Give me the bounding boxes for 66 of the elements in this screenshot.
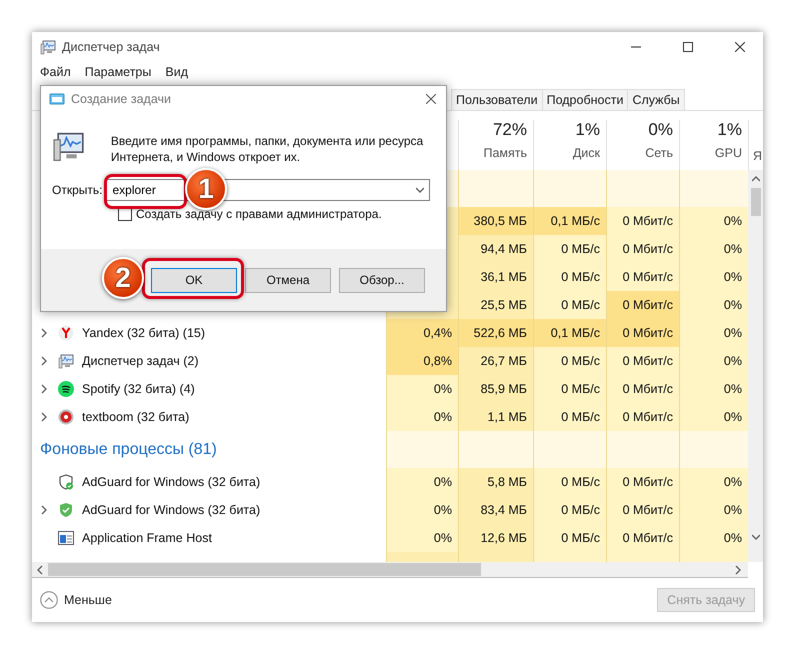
table-cell: 0 Мбит/с [606, 235, 679, 263]
step-badge: 1 [185, 168, 227, 210]
column-value: 72% [492, 120, 527, 140]
table-cell: 0,1 МБ/с [533, 319, 606, 347]
dialog-title: Создание задачи [71, 92, 172, 106]
column-value: 1% [575, 120, 600, 140]
window-title: Диспетчер задач [62, 40, 161, 54]
table-cell: 0% [679, 375, 748, 403]
table-cell: 0 МБ/с [533, 524, 606, 552]
table-cell: 0% [679, 403, 748, 431]
table-cell: 1,1 МБ [458, 403, 533, 431]
table-cell: 0,1 МБ/с [533, 207, 606, 235]
table-cell: 0% [679, 524, 748, 552]
section-heading: Фоновые процессы (81) [40, 440, 217, 458]
table-cell: 25,5 МБ [458, 291, 533, 319]
table-cell: 0% [386, 496, 458, 524]
table-cell: 0 Мбит/с [606, 524, 679, 552]
table-cell: 0,4% [386, 319, 458, 347]
table-cell: 0% [679, 468, 748, 496]
table-cell: 0 Мбит/с [606, 263, 679, 291]
table-cell: 0 Мбит/с [606, 319, 679, 347]
table-cell: 0 Мбит/с [606, 347, 679, 375]
table-cell: 0% [679, 347, 748, 375]
table-cell: 0 МБ/с [533, 235, 606, 263]
dialog-description: Введите имя программы, папки, документа или ресурса Интернета, и Windows откроет их. [110, 133, 424, 165]
table-cell: 83,4 МБ [458, 496, 533, 524]
table-cell: 0 МБ/с [533, 291, 606, 319]
table-cell: 0% [679, 319, 748, 347]
table-cell: 0 МБ/с [533, 375, 606, 403]
table-cell: 0% [679, 291, 748, 319]
column-label: Диск [572, 146, 600, 160]
column-value: 0% [648, 120, 673, 140]
table-cell: 0 Мбит/с [606, 375, 679, 403]
table-cell: 0 Мбит/с [606, 468, 679, 496]
table-cell: 12,6 МБ [458, 524, 533, 552]
table-cell: 0% [386, 524, 458, 552]
table-cell: 0 МБ/с [533, 347, 606, 375]
table-cell: 0 Мбит/с [606, 496, 679, 524]
table-cell: 0% [679, 235, 748, 263]
column-label: Память [483, 146, 527, 160]
table-cell: 94,4 МБ [458, 235, 533, 263]
table-cell: 0% [386, 468, 458, 496]
column-value: 1% [717, 120, 742, 140]
table-cell: 0 МБ/с [533, 468, 606, 496]
column-label: Сеть [645, 146, 673, 160]
table-cell: 0 Мбит/с [606, 207, 679, 235]
table-cell: 0 Мбит/с [606, 403, 679, 431]
table-cell: 0% [386, 403, 458, 431]
table-cell: 522,6 МБ [458, 319, 533, 347]
table-cell: 0 МБ/с [533, 403, 606, 431]
table-cell: 0% [679, 263, 748, 291]
table-cell: 0% [679, 496, 748, 524]
table-cell: 380,5 МБ [458, 207, 533, 235]
open-label: Открыть: [52, 183, 102, 197]
table-cell: 0 МБ/с [533, 496, 606, 524]
table-cell: 0% [679, 207, 748, 235]
table-cell: 5,8 МБ [458, 468, 533, 496]
table-cell: 36,1 МБ [458, 263, 533, 291]
table-cell: 0% [386, 375, 458, 403]
column-label: GPU [714, 146, 742, 160]
table-cell: 0 Мбит/с [606, 291, 679, 319]
table-cell: 0,8% [386, 347, 458, 375]
table-cell: 0 МБ/с [533, 263, 606, 291]
column-label: Я [752, 149, 762, 163]
table-cell: 85,9 МБ [458, 375, 533, 403]
table-cell: 26,7 МБ [458, 347, 533, 375]
